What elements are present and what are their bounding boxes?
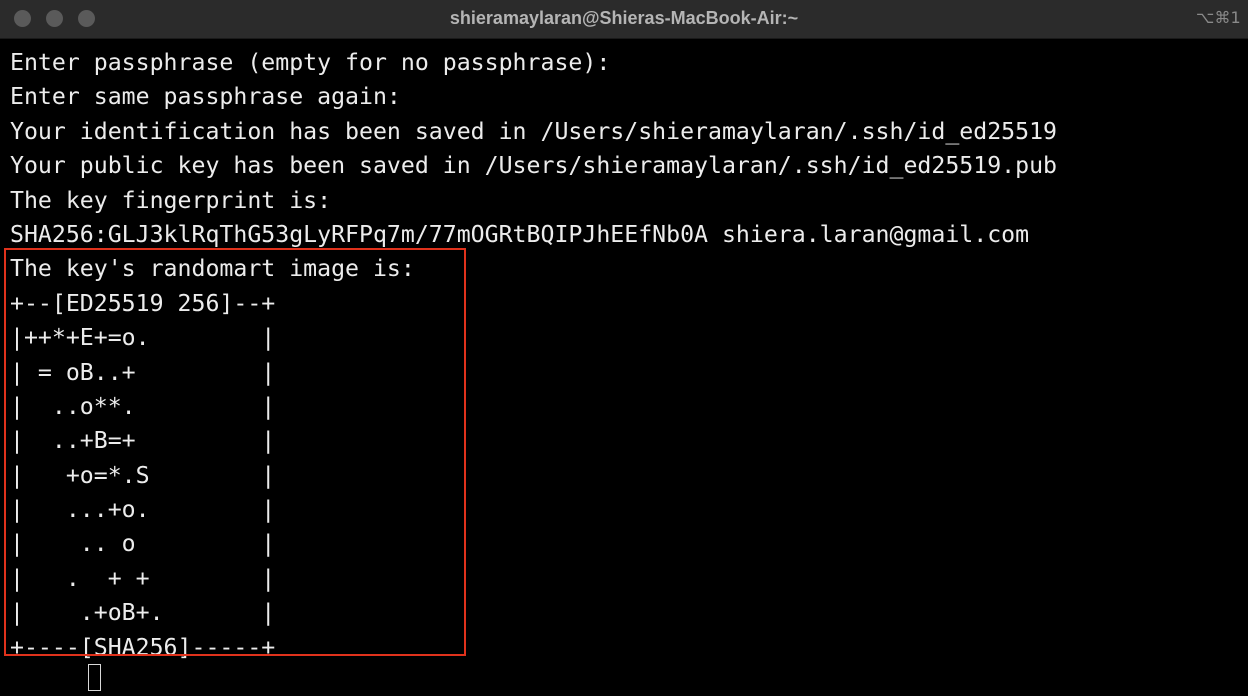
terminal-output[interactable]: Enter passphrase (empty for no passphras… — [10, 46, 1240, 665]
terminal-window: shieramaylaran@Shieras-MacBook-Air:~ ⌥⌘1… — [0, 0, 1248, 696]
window-shortcut: ⌥⌘1 — [1196, 8, 1241, 27]
output-line: Enter passphrase (empty for no passphras… — [10, 49, 611, 76]
randomart-row: | .+oB+. | — [10, 599, 276, 627]
text-cursor — [88, 664, 101, 691]
command-prompt[interactable]: ➜~ — [6, 662, 112, 694]
randomart-row: | ...+o. | — [10, 496, 276, 524]
output-line: The key fingerprint is: — [10, 186, 332, 214]
output-line: Your identification has been saved in /U… — [10, 117, 1058, 145]
randomart-bottom-border: +----[SHA256]-----+ — [10, 633, 276, 661]
randomart-top-border: +--[ED25519 256]--+ — [10, 289, 276, 317]
fingerprint-line: SHA256:GLJ3klRqThG53gLyRFPq7m/77mOGRtBQI… — [10, 220, 1030, 248]
randomart-row: | +o=*.S | — [10, 461, 276, 489]
output-line: Your public key has been saved in /Users… — [10, 152, 1058, 180]
randomart-row: | . + + | — [10, 564, 276, 592]
window-title: shieramaylaran@Shieras-MacBook-Air:~ — [449, 8, 799, 28]
randomart-heading: The key's randomart image is: — [10, 255, 415, 283]
title-bar: shieramaylaran@Shieras-MacBook-Air:~ ⌥⌘1 — [0, 0, 1248, 39]
randomart-row: | ..+B=+ | — [10, 427, 276, 455]
output-line: Enter same passphrase again: — [10, 83, 401, 111]
randomart-row: | = oB..+ | — [10, 358, 276, 386]
randomart-row: | .. o | — [10, 530, 276, 558]
randomart-row: |++*+E+=o. | — [10, 324, 276, 352]
randomart-row: | ..o**. | — [10, 392, 276, 420]
